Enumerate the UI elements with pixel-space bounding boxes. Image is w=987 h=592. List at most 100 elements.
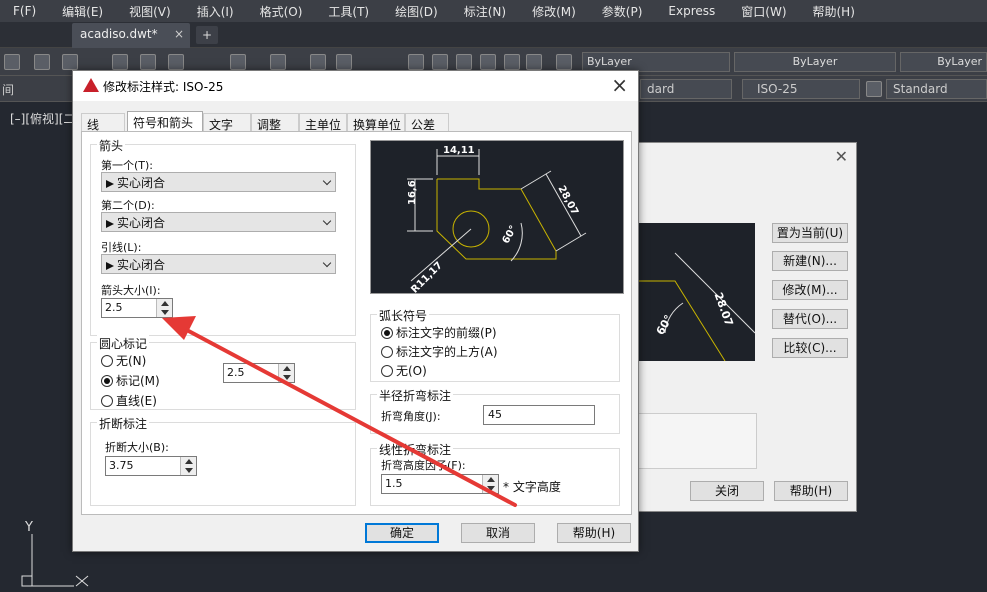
menu-item[interactable]: 视图(V) bbox=[116, 3, 184, 20]
spin-down-icon[interactable] bbox=[161, 310, 169, 315]
new-tab-button[interactable]: + bbox=[196, 26, 218, 44]
arrow-size-spinner[interactable]: 2.5 bbox=[101, 298, 173, 318]
properties-icon[interactable] bbox=[408, 54, 424, 70]
menu-item[interactable]: 插入(I) bbox=[184, 3, 247, 20]
menu-item[interactable]: 修改(M) bbox=[519, 3, 589, 20]
pan-icon[interactable] bbox=[310, 54, 326, 70]
cut-icon[interactable] bbox=[112, 54, 128, 70]
new-style-button[interactable]: 新建(N)... bbox=[772, 251, 848, 271]
spinner-buttons[interactable] bbox=[482, 475, 498, 493]
help-icon[interactable] bbox=[556, 54, 572, 70]
break-size-value: 3.75 bbox=[109, 459, 134, 472]
jog-angle-input[interactable]: 45 bbox=[483, 405, 595, 425]
sheet-set-icon[interactable] bbox=[480, 54, 496, 70]
set-current-button[interactable]: 置为当前(U) bbox=[772, 223, 848, 243]
menu-item[interactable]: 格式(O) bbox=[247, 3, 316, 20]
document-tab[interactable]: acadiso.dwt* × bbox=[72, 23, 190, 48]
dialog-titlebar[interactable]: 修改标注样式: ISO-25 × bbox=[73, 71, 638, 101]
publish-icon[interactable] bbox=[62, 54, 78, 70]
print-icon[interactable] bbox=[4, 54, 20, 70]
menu-item[interactable]: Express bbox=[655, 4, 728, 18]
jog-height-factor-spinner[interactable]: 1.5 bbox=[381, 474, 499, 494]
compare-style-button[interactable]: 比较(C)... bbox=[772, 338, 848, 358]
spinner-buttons[interactable] bbox=[278, 364, 294, 382]
spin-down-icon[interactable] bbox=[283, 375, 291, 380]
spin-up-icon[interactable] bbox=[185, 459, 193, 464]
center-mark-radio[interactable]: 标记(M) bbox=[101, 372, 160, 389]
preview-icon[interactable] bbox=[34, 54, 50, 70]
menu-item[interactable]: 工具(T) bbox=[315, 3, 382, 20]
spin-down-icon[interactable] bbox=[487, 486, 495, 491]
close-icon[interactable]: × bbox=[174, 27, 184, 41]
tab-symbols-arrows[interactable]: 符号和箭头 bbox=[127, 111, 203, 133]
spin-down-icon[interactable] bbox=[185, 468, 193, 473]
lineweight-combo[interactable]: ByLayer bbox=[900, 52, 987, 72]
color-combo-value: ByLayer bbox=[587, 55, 632, 68]
tab-primary-units[interactable]: 主单位 bbox=[299, 113, 347, 132]
close-button[interactable]: 关闭 bbox=[690, 481, 764, 501]
arc-prefix-radio[interactable]: 标注文字的前缀(P) bbox=[381, 324, 497, 341]
paste-icon[interactable] bbox=[168, 54, 184, 70]
menu-item[interactable]: 窗口(W) bbox=[728, 3, 799, 20]
text-style-combo[interactable]: dard bbox=[640, 79, 732, 99]
menu-item[interactable]: 帮助(H) bbox=[800, 3, 868, 20]
menu-item[interactable]: 参数(P) bbox=[589, 3, 656, 20]
modify-style-button[interactable]: 修改(M)... bbox=[772, 280, 848, 300]
tab-text[interactable]: 文字 bbox=[203, 113, 251, 132]
jog-height-factor-label: 折弯高度因子(F): bbox=[381, 459, 466, 472]
menu-item[interactable]: F(F) bbox=[0, 4, 49, 18]
tab-tolerances[interactable]: 公差 bbox=[405, 113, 449, 132]
center-none-radio[interactable]: 无(N) bbox=[101, 352, 146, 369]
spin-up-icon[interactable] bbox=[161, 301, 169, 306]
leader-arrow-select[interactable]: 实心闭合 bbox=[101, 254, 336, 274]
ok-button[interactable]: 确定 bbox=[365, 523, 439, 543]
cancel-button[interactable]: 取消 bbox=[461, 523, 535, 543]
menu-item[interactable]: 标注(N) bbox=[451, 3, 519, 20]
tool-palette-icon[interactable] bbox=[456, 54, 472, 70]
lineweight-combo-value: ByLayer bbox=[937, 55, 982, 68]
help-button[interactable]: 帮助(H) bbox=[557, 523, 631, 543]
undo-icon[interactable] bbox=[230, 54, 246, 70]
markup-icon[interactable] bbox=[504, 54, 520, 70]
spin-up-icon[interactable] bbox=[283, 366, 291, 371]
break-size-spinner[interactable]: 3.75 bbox=[105, 456, 197, 476]
table-style-icon[interactable] bbox=[866, 81, 882, 97]
first-arrow-select[interactable]: 实心闭合 bbox=[101, 172, 336, 192]
jog-angle-label: 折弯角度(J): bbox=[381, 410, 441, 423]
break-size-label: 折断大小(B): bbox=[105, 441, 169, 454]
spinner-buttons[interactable] bbox=[180, 457, 196, 475]
group-title: 弧长符号 bbox=[377, 307, 430, 324]
calculator-icon[interactable] bbox=[526, 54, 542, 70]
tab-fit[interactable]: 调整 bbox=[251, 113, 299, 132]
help-button[interactable]: 帮助(H) bbox=[774, 481, 848, 501]
design-center-icon[interactable] bbox=[432, 54, 448, 70]
close-icon[interactable]: ✕ bbox=[835, 147, 848, 166]
arrowheads-group: 箭头 第一个(T): 实心闭合 第二个(D): 实心闭合 引线(L): 实心闭合… bbox=[90, 137, 356, 336]
closed-filled-arrow-icon bbox=[106, 261, 114, 270]
color-combo[interactable]: ByLayer bbox=[582, 52, 730, 72]
center-line-label: 直线(E) bbox=[116, 394, 157, 408]
linetype-combo[interactable]: ByLayer bbox=[734, 52, 896, 72]
arc-none-radio[interactable]: 无(O) bbox=[381, 362, 427, 379]
spin-up-icon[interactable] bbox=[487, 477, 495, 482]
viewport-label[interactable]: [–][俯视][二 bbox=[10, 110, 75, 127]
second-arrow-select[interactable]: 实心闭合 bbox=[101, 212, 336, 232]
spinner-buttons[interactable] bbox=[156, 299, 172, 317]
copy-icon[interactable] bbox=[140, 54, 156, 70]
arc-above-radio[interactable]: 标注文字的上方(A) bbox=[381, 343, 498, 360]
menu-item[interactable]: 编辑(E) bbox=[49, 3, 116, 20]
table-style-combo[interactable]: Standard bbox=[886, 79, 987, 99]
dim-style-combo[interactable]: ISO-25 bbox=[742, 79, 860, 99]
center-mark-size-spinner[interactable]: 2.5 bbox=[223, 363, 295, 383]
center-none-label: 无(N) bbox=[116, 354, 147, 368]
close-icon[interactable]: × bbox=[611, 74, 628, 96]
tab-lines[interactable]: 线 bbox=[81, 113, 125, 132]
menu-item[interactable]: 绘图(D) bbox=[382, 3, 451, 20]
redo-icon[interactable] bbox=[270, 54, 286, 70]
center-line-radio[interactable]: 直线(E) bbox=[101, 392, 157, 409]
tab-alternate-units[interactable]: 换算单位 bbox=[347, 113, 405, 132]
zoom-icon[interactable] bbox=[336, 54, 352, 70]
menu-bar: F(F) 编辑(E) 视图(V) 插入(I) 格式(O) 工具(T) 绘图(D) 标注(N) 修… bbox=[0, 0, 987, 22]
override-style-button[interactable]: 替代(O)... bbox=[772, 309, 848, 329]
radio-icon bbox=[101, 395, 113, 407]
